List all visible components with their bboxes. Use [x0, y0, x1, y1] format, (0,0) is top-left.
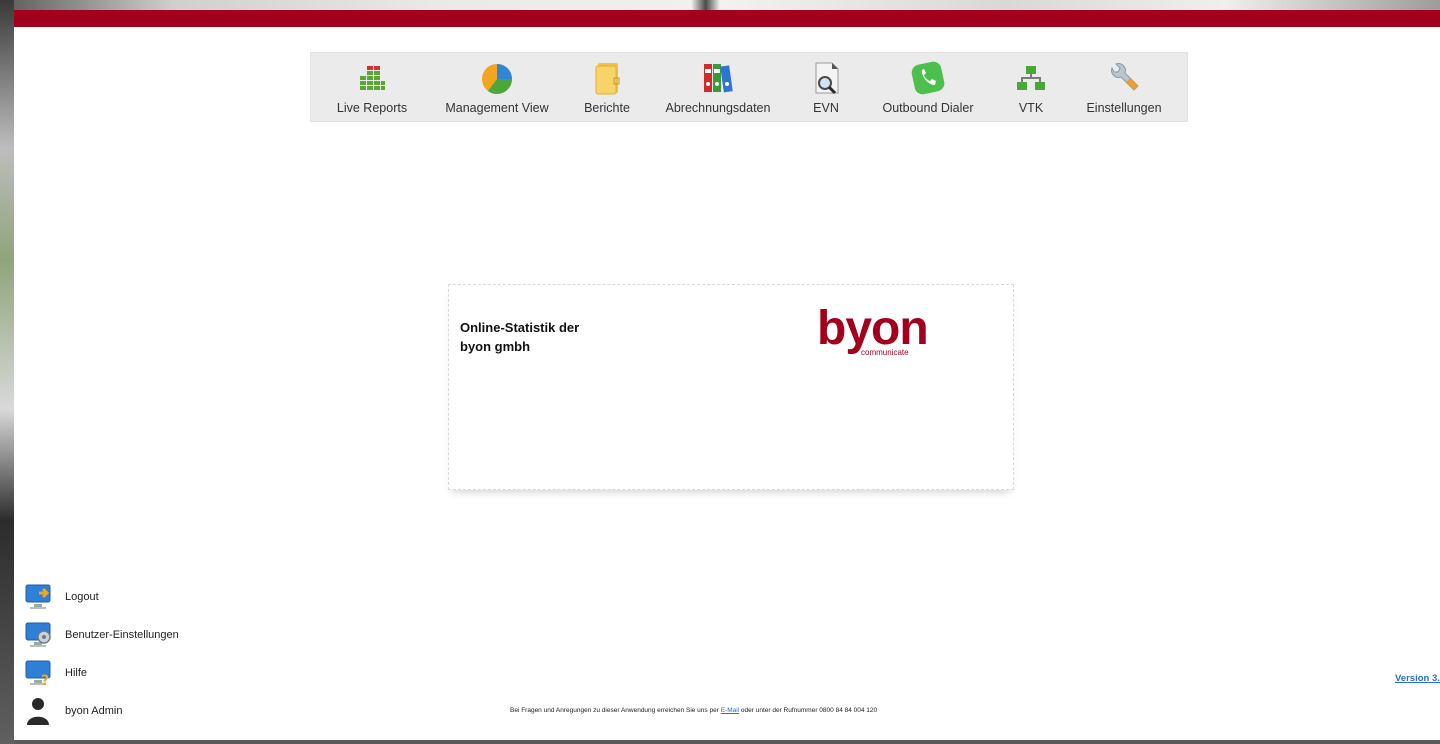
- card-title-line2: byon gmbh: [460, 339, 531, 354]
- nav-label: VTK: [1018, 101, 1044, 115]
- nav-vtk[interactable]: VTK: [1009, 53, 1053, 121]
- byon-logo: byon communicate: [817, 301, 929, 361]
- folder-icon: [595, 63, 620, 95]
- pie-chart-icon: [482, 64, 512, 94]
- logo-subtitle: communicate: [861, 348, 909, 357]
- main-navigation: Live Reports Management View Berichte Ab…: [310, 52, 1188, 122]
- phone-icon: [911, 61, 945, 95]
- help-monitor-icon: ?: [25, 660, 51, 687]
- email-link[interactable]: E-Mail: [721, 707, 739, 714]
- side-logout[interactable]: Logout: [24, 583, 264, 613]
- nav-label: Live Reports: [336, 101, 408, 115]
- footer-contact-text: Bei Fragen und Anregungen zu dieser Anwe…: [510, 707, 877, 714]
- equalizer-bars-icon: [360, 66, 385, 90]
- nav-abrechnungsdaten[interactable]: Abrechnungsdaten: [661, 53, 775, 121]
- document-search-icon: [815, 62, 839, 95]
- footer-text-after: oder unter der Rufnummer 0800 84 84 004 …: [739, 707, 878, 714]
- bottom-border: [14, 740, 1440, 744]
- welcome-card: Online-Statistik der byon gmbh byon comm…: [448, 284, 1014, 490]
- side-benutzer-einstellungen[interactable]: Benutzer-Einstellungen: [24, 621, 264, 651]
- side-label: Benutzer-Einstellungen: [65, 629, 179, 641]
- nav-label: Management View: [445, 101, 549, 115]
- svg-text:?: ?: [41, 673, 49, 687]
- top-brand-bar: [14, 10, 1440, 27]
- nav-label: Abrechnungsdaten: [665, 101, 771, 115]
- footer-text-before: Bei Fragen und Anregungen zu dieser Anwe…: [510, 707, 721, 714]
- version-link[interactable]: Version 3.1: [1395, 673, 1440, 684]
- side-user: byon Admin: [24, 697, 264, 727]
- nav-label: Berichte: [584, 101, 630, 115]
- side-label: Hilfe: [65, 667, 88, 679]
- user-name: byon Admin: [65, 705, 123, 717]
- logout-monitor-icon: [25, 584, 51, 609]
- network-icon: [1017, 66, 1045, 90]
- binders-icon: [704, 64, 733, 93]
- card-title: Online-Statistik der byon gmbh: [460, 318, 660, 356]
- nav-label: Einstellungen: [1086, 101, 1162, 115]
- user-icon: [27, 698, 49, 725]
- nav-berichte[interactable]: Berichte: [577, 53, 637, 121]
- wrench-icon: [1111, 63, 1139, 91]
- nav-label: Outbound Dialer: [882, 101, 974, 115]
- settings-monitor-icon: [25, 622, 51, 647]
- nav-management-view[interactable]: Management View: [439, 53, 555, 121]
- side-hilfe[interactable]: ? Hilfe: [24, 659, 264, 689]
- side-label: Logout: [65, 591, 99, 603]
- nav-outbound-dialer[interactable]: Outbound Dialer: [875, 53, 981, 121]
- nav-live-reports[interactable]: Live Reports: [329, 53, 415, 121]
- background-photo-left: [0, 0, 14, 744]
- nav-evn[interactable]: EVN: [803, 53, 849, 121]
- card-title-line1: Online-Statistik der: [460, 320, 580, 335]
- nav-einstellungen[interactable]: Einstellungen: [1081, 53, 1167, 121]
- nav-label: EVN: [813, 101, 839, 115]
